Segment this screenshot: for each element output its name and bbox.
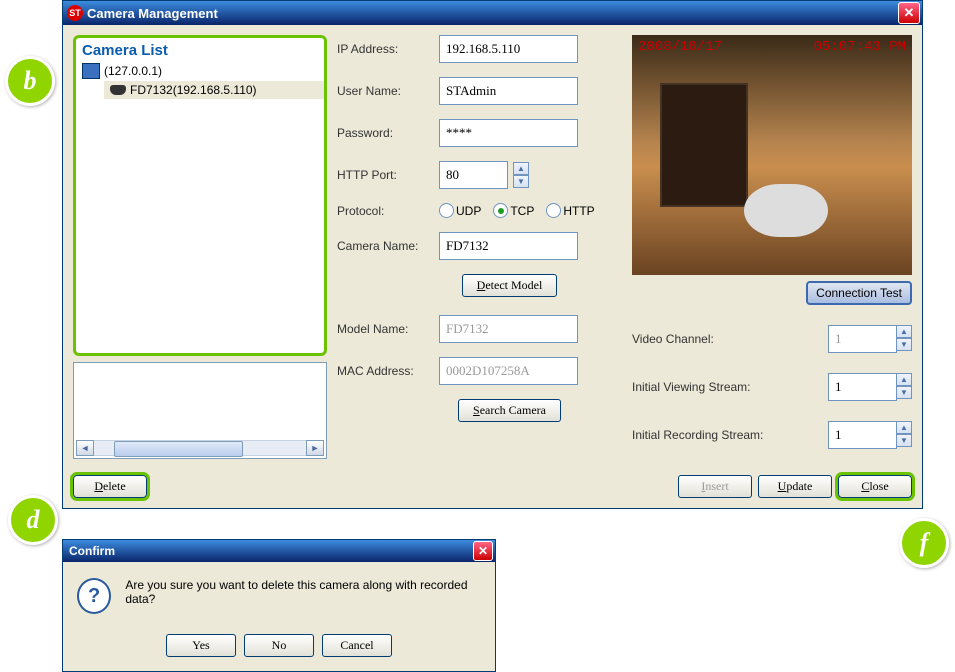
ip-address-input[interactable]	[439, 35, 578, 63]
scroll-left-arrow-icon[interactable]: ◄	[76, 440, 94, 456]
protocol-tcp-label: TCP	[510, 204, 534, 218]
update-button[interactable]: Update	[758, 475, 832, 498]
confirm-no-button[interactable]: No	[244, 634, 314, 657]
confirm-dialog: Confirm ✕ ? Are you sure you want to del…	[62, 539, 496, 672]
callout-d: d	[8, 495, 58, 545]
chevron-down-icon[interactable]: ▼	[896, 386, 912, 399]
confirm-title: Confirm	[69, 544, 115, 558]
preview-date: 2008/10/17	[638, 39, 722, 55]
chevron-up-icon: ▲	[896, 325, 912, 338]
window-title: Camera Management	[87, 6, 218, 21]
camera-name-label: Camera Name:	[337, 239, 433, 253]
close-button[interactable]: Close	[838, 475, 912, 498]
confirm-yes-button[interactable]: Yes	[166, 634, 236, 657]
http-port-input[interactable]	[439, 161, 508, 189]
horizontal-scrollbar[interactable]: ◄ ►	[76, 440, 324, 456]
detect-model-button[interactable]: DDetect Modeletect Model	[462, 274, 558, 297]
http-port-spinner[interactable]: ▲▼	[513, 162, 529, 188]
protocol-http-label: HTTP	[563, 204, 594, 218]
monitor-icon	[82, 63, 100, 79]
chevron-down-icon[interactable]: ▼	[896, 434, 912, 447]
password-input[interactable]	[439, 119, 578, 147]
preview-scene	[632, 35, 912, 275]
tree-camera-label: FD7132(192.168.5.110)	[130, 83, 257, 97]
protocol-http-radio[interactable]: HTTP	[546, 203, 594, 218]
confirm-cancel-button[interactable]: Cancel	[322, 634, 392, 657]
connection-test-button[interactable]: Connection Test	[806, 281, 912, 305]
chevron-up-icon[interactable]: ▲	[513, 162, 529, 175]
chevron-down-icon: ▼	[896, 338, 912, 351]
tree-server-label: (127.0.0.1)	[104, 64, 162, 78]
initial-recording-stream-input[interactable]	[828, 421, 897, 449]
tree-camera-node[interactable]: FD7132(192.168.5.110)	[104, 81, 324, 99]
confirm-close-button[interactable]: ✕	[473, 541, 493, 561]
camera-management-window: ST Camera Management ✕ Camera List (127.…	[62, 0, 923, 509]
protocol-udp-radio[interactable]: UDP	[439, 203, 481, 218]
chevron-up-icon[interactable]: ▲	[896, 421, 912, 434]
confirm-titlebar[interactable]: Confirm ✕	[63, 540, 495, 562]
delete-button[interactable]: Delete	[73, 475, 147, 498]
initial-recording-stream-label: Initial Recording Stream:	[632, 428, 763, 442]
tree-server-node[interactable]: (127.0.0.1)	[76, 61, 324, 81]
search-camera-button[interactable]: Search Camera	[458, 399, 561, 422]
protocol-label: Protocol:	[337, 204, 433, 218]
initial-recording-stream-spinner[interactable]: ▲▼	[896, 421, 912, 449]
password-label: Password:	[337, 126, 433, 140]
scroll-track[interactable]	[94, 440, 306, 456]
preview-time: 05:07:43 PM	[814, 39, 906, 55]
user-name-label: User Name:	[337, 84, 433, 98]
lower-list-panel: ◄ ►	[73, 362, 327, 459]
callout-f: f	[899, 518, 949, 568]
ip-address-label: IP Address:	[337, 42, 433, 56]
titlebar[interactable]: ST Camera Management ✕	[63, 1, 922, 25]
camera-icon	[110, 85, 126, 95]
scroll-thumb[interactable]	[114, 441, 243, 457]
http-port-label: HTTP Port:	[337, 168, 433, 182]
user-name-input[interactable]	[439, 77, 578, 105]
video-channel-label: Video Channel:	[632, 332, 714, 346]
question-icon: ?	[77, 578, 111, 614]
protocol-tcp-radio[interactable]: TCP	[493, 203, 534, 218]
model-name-input	[439, 315, 578, 343]
mac-address-label: MAC Address:	[337, 364, 433, 378]
camera-list-header: Camera List	[76, 38, 324, 61]
model-name-label: Model Name:	[337, 322, 433, 336]
camera-list-panel: Camera List (127.0.0.1) FD7132(192.168.5…	[73, 35, 327, 356]
confirm-message: Are you sure you want to delete this cam…	[125, 578, 481, 606]
camera-name-input[interactable]	[439, 232, 578, 260]
callout-b: b	[5, 56, 55, 106]
chevron-up-icon[interactable]: ▲	[896, 373, 912, 386]
initial-viewing-stream-label: Initial Viewing Stream:	[632, 380, 751, 394]
scroll-right-arrow-icon[interactable]: ►	[306, 440, 324, 456]
video-channel-spinner: ▲▼	[896, 325, 912, 353]
mac-address-input	[439, 357, 578, 385]
initial-viewing-stream-input[interactable]	[828, 373, 897, 401]
protocol-udp-label: UDP	[456, 204, 481, 218]
initial-viewing-stream-spinner[interactable]: ▲▼	[896, 373, 912, 401]
app-icon: ST	[67, 5, 83, 21]
window-close-button[interactable]: ✕	[898, 2, 920, 24]
insert-button: Insert	[678, 475, 752, 498]
video-channel-input	[828, 325, 897, 353]
chevron-down-icon[interactable]: ▼	[513, 175, 529, 188]
camera-preview: 2008/10/17 05:07:43 PM	[632, 35, 912, 275]
